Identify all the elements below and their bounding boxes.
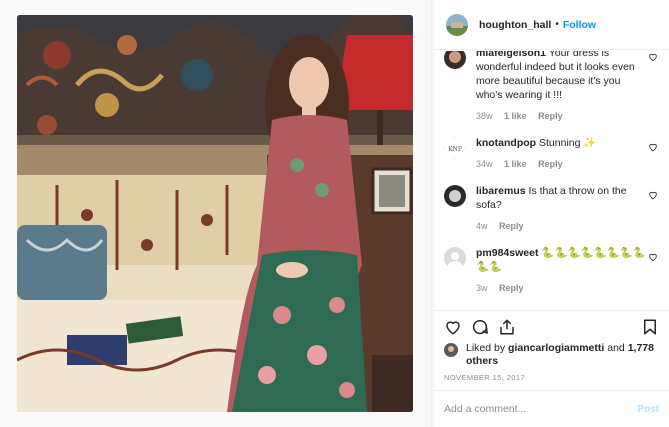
comment-body: mlafelgelson1 Your dress is wonderful in…	[476, 51, 661, 123]
avatar[interactable]	[446, 13, 468, 36]
comment-meta: 3w Reply	[476, 281, 647, 295]
post-button[interactable]: Post	[637, 404, 659, 415]
comment-icon[interactable]	[471, 318, 489, 336]
comment-username[interactable]: pm984sweet	[476, 247, 538, 259]
comment-text: Stunning ✨	[539, 137, 597, 149]
comment-meta: 34w 1 like Reply	[476, 157, 647, 171]
add-comment-bar: Add a comment... Post	[434, 390, 669, 427]
reply-button[interactable]: Reply	[499, 221, 524, 231]
comment-body: knotandpop Stunning ✨ 34w 1 like Reply	[476, 136, 661, 171]
comment-item: mlafelgelson1 Your dress is wonderful in…	[444, 51, 661, 123]
share-icon[interactable]	[498, 318, 516, 336]
post-photo[interactable]	[17, 15, 413, 412]
comment-time[interactable]: 38w	[476, 111, 493, 121]
comment-body: libaremus Is that a throw on the sofa? 4…	[476, 184, 661, 233]
heart-icon[interactable]	[648, 190, 658, 200]
comment-item: libaremus Is that a throw on the sofa? 4…	[444, 184, 661, 233]
liker-username[interactable]: giancarlogiammetti	[508, 342, 604, 354]
photo-pane	[0, 0, 432, 427]
comment-username[interactable]: mlafelgelson1	[476, 51, 546, 59]
heart-icon[interactable]	[648, 52, 658, 62]
post-sidebar: houghton_hall • Follow mlafelgelson1 You…	[433, 0, 669, 427]
post-photo-image	[17, 15, 413, 412]
reply-button[interactable]: Reply	[538, 111, 563, 121]
heart-icon[interactable]	[648, 252, 658, 262]
separator-dot: •	[555, 19, 559, 30]
avatar[interactable]	[444, 51, 466, 69]
comment-body: pm984sweet 🐍🐍🐍🐍🐍🐍🐍🐍🐍🐍 3w Reply	[476, 246, 661, 295]
avatar[interactable]	[444, 343, 458, 357]
comment-time[interactable]: 3w	[476, 283, 488, 293]
avatar[interactable]	[444, 185, 466, 207]
liked-by-and: and	[607, 342, 625, 354]
comment-time[interactable]: 34w	[476, 159, 493, 169]
commenter-avatar-image: KNP	[444, 137, 466, 159]
comments-list[interactable]: mlafelgelson1 Your dress is wonderful in…	[434, 51, 669, 309]
liked-by-text: Liked by giancarlogiammetti and 1,778 ot…	[466, 342, 661, 368]
action-bar	[434, 310, 669, 342]
commenter-avatar-image	[444, 51, 466, 69]
commenter-avatar-image	[444, 185, 466, 207]
heart-icon[interactable]	[444, 318, 462, 336]
svg-text:KNP: KNP	[448, 146, 462, 153]
comment-username[interactable]: knotandpop	[476, 137, 536, 149]
comment-meta: 4w Reply	[476, 219, 647, 233]
liker-avatar-image	[444, 343, 458, 357]
default-avatar-image	[444, 247, 466, 269]
comment-likes[interactable]: 1 like	[504, 111, 527, 121]
heart-icon[interactable]	[648, 142, 658, 152]
reply-button[interactable]: Reply	[499, 283, 524, 293]
avatar[interactable]: KNP	[444, 137, 466, 159]
liked-by-prefix: Liked by	[466, 342, 506, 354]
comment-input[interactable]: Add a comment...	[444, 403, 637, 415]
bookmark-icon[interactable]	[641, 318, 659, 336]
comment-likes[interactable]: 1 like	[504, 159, 527, 169]
comment-time[interactable]: 4w	[476, 221, 488, 231]
houghton-avatar-image	[446, 13, 468, 36]
comment-item: KNP knotandpop Stunning ✨ 34w 1 like Rep…	[444, 136, 661, 171]
liked-by: Liked by giancarlogiammetti and 1,778 ot…	[444, 342, 661, 368]
post-date[interactable]: NOVEMBER 15, 2017	[444, 373, 525, 382]
comment-item: pm984sweet 🐍🐍🐍🐍🐍🐍🐍🐍🐍🐍 3w Reply	[444, 246, 661, 295]
reply-button[interactable]: Reply	[538, 159, 563, 169]
post-username[interactable]: houghton_hall	[479, 19, 551, 31]
comment-username[interactable]: libaremus	[476, 185, 526, 197]
comment-meta: 38w 1 like Reply	[476, 109, 647, 123]
follow-button[interactable]: Follow	[563, 19, 596, 31]
avatar[interactable]	[444, 247, 466, 269]
post-header: houghton_hall • Follow	[434, 0, 669, 50]
